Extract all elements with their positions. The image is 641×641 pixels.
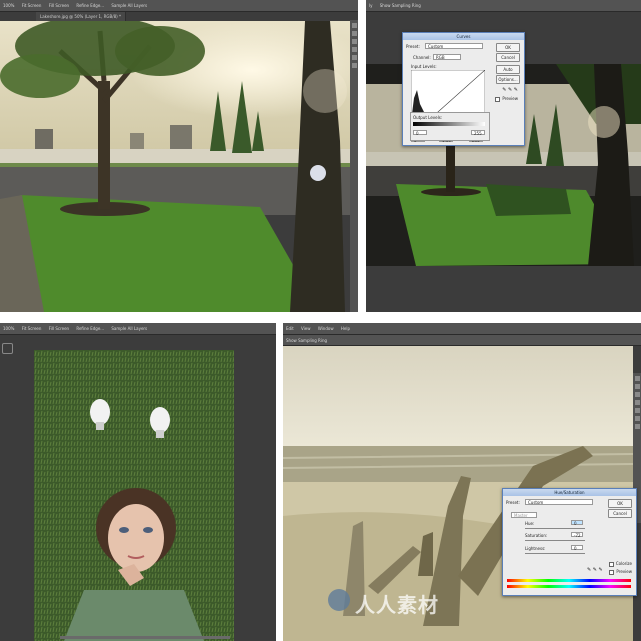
preset-label: Preset:: [406, 44, 420, 49]
colorize-label: Colorize: [615, 561, 632, 566]
horizontal-scrollbar[interactable]: [60, 636, 230, 639]
output-levels-box: Output Levels: 0 255: [410, 112, 490, 141]
watermark-logo-icon: [328, 589, 350, 611]
options-bar: Show Sampling Ring: [283, 335, 641, 346]
option-item[interactable]: Fill Screen: [49, 3, 69, 8]
color-bar-top: [507, 579, 631, 582]
menu-item[interactable]: Help: [341, 326, 350, 331]
options-bar: ly Show Sampling Ring: [366, 0, 641, 12]
cancel-button[interactable]: Cancel: [496, 53, 520, 62]
lightness-value[interactable]: 0: [571, 545, 583, 551]
saturation-label: Saturation:: [525, 533, 548, 538]
preview-label: Preview: [502, 96, 518, 101]
menu-bar: Edit View Window Help: [283, 323, 641, 335]
option-item[interactable]: Fit Screen: [22, 326, 42, 331]
option-item[interactable]: Sample All Layers: [111, 3, 147, 8]
preset-label: Preset:: [506, 500, 520, 505]
photoshop-window-portrait: 100% Fit Screen Fill Screen Refine Edge.…: [0, 323, 276, 641]
eyedropper-icons[interactable]: ✎ ✎ ✎: [502, 87, 518, 93]
auto-button[interactable]: Auto: [496, 65, 520, 74]
output-gradient: [413, 122, 485, 126]
option-item[interactable]: Fit Screen: [22, 3, 42, 8]
saturation-slider[interactable]: [525, 540, 585, 541]
option-item[interactable]: Show Sampling Ring: [380, 3, 421, 8]
saturation-value[interactable]: -72: [571, 532, 583, 538]
menu-item[interactable]: View: [301, 326, 311, 331]
lightness-label: Lightness:: [525, 546, 546, 551]
preset-select[interactable]: Custom: [525, 499, 593, 505]
shirt: [64, 590, 204, 641]
option-item[interactable]: 100%: [3, 3, 14, 8]
options-bar: 100% Fit Screen Fill Screen Refine Edge.…: [0, 323, 276, 335]
eyedropper-icons[interactable]: ✎ ✎ ✎: [587, 567, 603, 573]
preview-label: Preview: [616, 569, 632, 574]
output-black[interactable]: 0: [413, 130, 427, 136]
channel-label: Channel:: [413, 55, 431, 60]
option-item[interactable]: Refine Edge...: [76, 326, 104, 331]
lens-flare: [310, 165, 326, 181]
hue-saturation-dialog: Hue/Saturation Preset: Custom Master Hue…: [502, 488, 637, 596]
options-button[interactable]: Options...: [496, 75, 520, 84]
divider-vertical-top: [358, 0, 366, 316]
hue-slider[interactable]: [525, 528, 585, 529]
menu-item[interactable]: Window: [318, 326, 334, 331]
lake: [0, 149, 350, 163]
divider-vertical-bottom: [276, 323, 283, 641]
divider-horizontal: [0, 312, 641, 323]
menu-fragment[interactable]: ly: [369, 3, 372, 8]
dialog-title[interactable]: Curves: [403, 33, 524, 40]
input-levels-label: Input Levels:: [411, 64, 437, 69]
photoshop-window-beach: Edit View Window Help Show Sampling Ring…: [283, 323, 641, 641]
dialog-title[interactable]: Hue/Saturation: [503, 489, 636, 496]
ok-button[interactable]: OK: [608, 499, 632, 508]
ok-button[interactable]: OK: [496, 43, 520, 52]
option-item[interactable]: 100%: [3, 326, 14, 331]
output-levels-label: Output Levels:: [413, 115, 443, 120]
face: [108, 504, 164, 572]
option-item[interactable]: Show Sampling Ring: [286, 338, 327, 343]
cancel-button[interactable]: Cancel: [608, 509, 632, 518]
channel-select[interactable]: Master: [511, 512, 537, 518]
photoshop-window-curves: ly Show Sampling Ring Curves Preset: Cus…: [366, 0, 641, 312]
channel-select[interactable]: RGB: [433, 54, 461, 60]
watermark-text: 人人素材: [355, 593, 439, 617]
options-bar: 100% Fit Screen Fill Screen Refine Edge.…: [0, 0, 358, 12]
preview-checkbox[interactable]: Preview: [609, 569, 632, 575]
lightness-slider[interactable]: [525, 553, 585, 554]
skyline: [35, 129, 53, 151]
option-item[interactable]: Sample All Layers: [111, 326, 147, 331]
colorize-checkbox[interactable]: Colorize: [608, 561, 632, 567]
menu-item[interactable]: Edit: [286, 326, 294, 331]
output-white[interactable]: 255: [471, 130, 485, 136]
option-item[interactable]: Refine Edge...: [76, 3, 104, 8]
hue-value[interactable]: 0: [571, 520, 583, 526]
hue-label: Hue:: [525, 521, 535, 526]
park-photo: [0, 21, 350, 312]
photoshop-window-park: 100% Fit Screen Fill Screen Refine Edge.…: [0, 0, 358, 312]
color-bar-bottom: [507, 585, 631, 588]
document-tab[interactable]: Lakeshore.jpg @ 50% (Layer 1, RGB/8) *: [36, 12, 126, 21]
tools-panel[interactable]: [350, 20, 358, 312]
option-item[interactable]: Fill Screen: [49, 326, 69, 331]
preview-checkbox[interactable]: Preview: [495, 96, 518, 102]
hexagon-icon[interactable]: [2, 343, 13, 354]
preset-select[interactable]: Custom: [425, 43, 483, 49]
sky: [283, 346, 633, 446]
portrait-photo: [34, 350, 234, 641]
grass-median: [20, 195, 300, 312]
